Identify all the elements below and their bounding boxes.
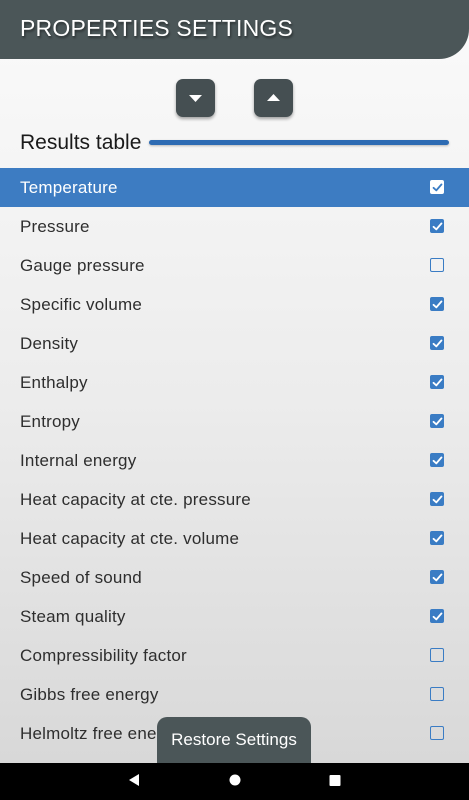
property-checkbox[interactable]	[430, 336, 444, 350]
system-navbar	[0, 763, 469, 800]
property-label: Heat capacity at cte. pressure	[20, 490, 251, 509]
property-checkbox[interactable]	[430, 687, 444, 701]
property-label: Internal energy	[20, 451, 137, 470]
property-label: Speed of sound	[20, 568, 142, 587]
property-checkbox[interactable]	[430, 531, 444, 545]
check-icon	[432, 534, 443, 543]
property-checkbox[interactable]	[430, 453, 444, 467]
triangle-down-icon	[189, 95, 202, 102]
property-checkbox[interactable]	[430, 609, 444, 623]
property-row[interactable]: Pressure	[0, 207, 469, 246]
restore-settings-toast[interactable]: Restore Settings	[157, 717, 311, 763]
property-label: Entropy	[20, 412, 80, 431]
check-icon	[432, 456, 443, 465]
property-label: Temperature	[20, 178, 118, 197]
property-row[interactable]: Entropy	[0, 402, 469, 441]
property-checkbox[interactable]	[430, 180, 444, 194]
property-row[interactable]: Internal energy	[0, 441, 469, 480]
property-checkbox[interactable]	[430, 414, 444, 428]
property-label: Pressure	[20, 217, 90, 236]
property-checkbox[interactable]	[430, 726, 444, 740]
property-label: Enthalpy	[20, 373, 88, 392]
properties-list: Temperature Pressure Gauge pressure Specifi…	[0, 168, 469, 753]
section-title: Results table	[20, 131, 142, 154]
recents-square-icon[interactable]	[328, 772, 342, 788]
check-icon	[432, 339, 443, 348]
check-icon	[432, 300, 443, 309]
check-icon	[432, 183, 443, 192]
home-circle-icon[interactable]	[227, 772, 243, 788]
property-label: Specific volume	[20, 295, 143, 314]
property-row[interactable]: Heat capacity at cte. pressure	[0, 480, 469, 519]
check-icon	[432, 222, 443, 231]
property-label: Gauge pressure	[20, 256, 145, 275]
property-row[interactable]: Heat capacity at cte. volume	[0, 519, 469, 558]
property-row[interactable]: Gibbs free energy	[0, 675, 469, 714]
property-label: Gibbs free energy	[20, 685, 159, 704]
property-checkbox[interactable]	[430, 648, 444, 662]
property-row[interactable]: Compressibility factor	[0, 636, 469, 675]
property-checkbox[interactable]	[430, 258, 444, 272]
check-icon	[432, 573, 443, 582]
section-divider	[149, 140, 449, 145]
property-row[interactable]: Density	[0, 324, 469, 363]
app-header: PROPERTIES SETTINGS	[0, 0, 469, 59]
property-checkbox[interactable]	[430, 570, 444, 584]
property-checkbox[interactable]	[430, 492, 444, 506]
check-icon	[432, 417, 443, 426]
check-icon	[432, 378, 443, 387]
property-row[interactable]: Specific volume	[0, 285, 469, 324]
move-up-button[interactable]	[254, 79, 293, 117]
check-icon	[432, 495, 443, 504]
property-checkbox[interactable]	[430, 297, 444, 311]
property-row[interactable]: Enthalpy	[0, 363, 469, 402]
property-row[interactable]: Gauge pressure	[0, 246, 469, 285]
check-icon	[432, 612, 443, 621]
property-label: Density	[20, 334, 79, 353]
move-down-button[interactable]	[176, 79, 215, 117]
property-label: Steam quality	[20, 607, 126, 626]
property-row[interactable]: Speed of sound	[0, 558, 469, 597]
property-row[interactable]: Temperature	[0, 168, 469, 207]
property-row[interactable]: Steam quality	[0, 597, 469, 636]
property-checkbox[interactable]	[430, 375, 444, 389]
property-label: Compressibility factor	[20, 646, 187, 665]
property-label: Heat capacity at cte. volume	[20, 529, 240, 548]
triangle-up-icon	[267, 94, 280, 101]
back-triangle-icon[interactable]	[127, 772, 141, 788]
page-title: PROPERTIES SETTINGS	[20, 15, 294, 41]
property-checkbox[interactable]	[430, 219, 444, 233]
